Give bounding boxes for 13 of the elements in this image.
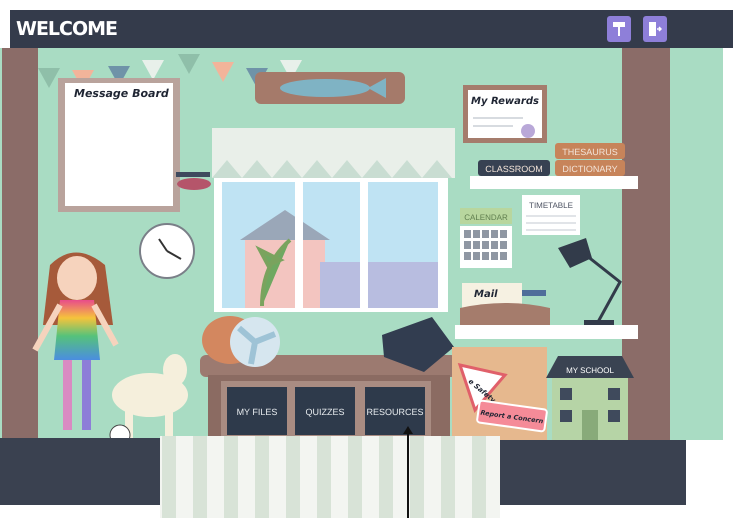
message-board[interactable] bbox=[58, 78, 180, 212]
book-button[interactable]: CLASSROOM bbox=[478, 160, 550, 176]
timetable-card[interactable]: TIMETABLE bbox=[522, 195, 580, 235]
exit-door-icon bbox=[648, 21, 662, 37]
paint-roller-button[interactable] bbox=[607, 16, 631, 42]
exit-door-button[interactable] bbox=[643, 16, 667, 42]
clock-icon bbox=[139, 223, 195, 279]
drawer-button[interactable]: RESOURCES bbox=[359, 381, 431, 439]
message-board-title: Message Board bbox=[74, 87, 169, 100]
rewards-title: My Rewards bbox=[471, 96, 539, 107]
rewards-certificate[interactable] bbox=[463, 85, 547, 143]
paint-roller-icon bbox=[612, 21, 626, 37]
page-title: WELCOME bbox=[16, 18, 118, 40]
